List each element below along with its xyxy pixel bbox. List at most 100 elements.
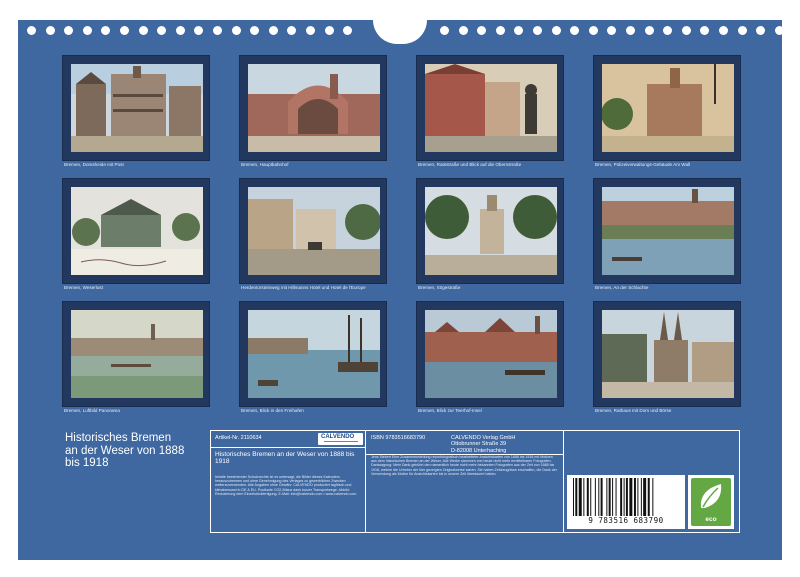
imprint-column-publisher: ISBN 9783516683790 CALVENDO Verlag GmbH … bbox=[366, 431, 563, 532]
barcode-bars bbox=[573, 478, 654, 516]
binding-hole bbox=[45, 26, 55, 35]
barcode-bar bbox=[598, 478, 600, 516]
photo-caption: Bremen, An der Schlachte bbox=[595, 285, 649, 290]
eco-label: eco bbox=[705, 516, 717, 523]
binding-hole bbox=[756, 26, 766, 35]
barcode-bar bbox=[612, 478, 614, 516]
title-line: Historisches Bremen bbox=[65, 432, 172, 444]
binding-hole bbox=[551, 26, 561, 35]
barcode-number: 9 783516 683790 bbox=[588, 516, 664, 525]
binding-hole bbox=[477, 26, 487, 35]
binding-hole bbox=[495, 26, 505, 35]
photo-teerhof bbox=[425, 310, 557, 398]
barcode-bar bbox=[652, 478, 654, 516]
photo-caption: Bremen, Ratsstraße und Blick auf die Obe… bbox=[418, 162, 522, 167]
barcode-bar bbox=[578, 478, 582, 516]
barcode-bar bbox=[633, 478, 636, 516]
publisher-line: D-82008 Unterhaching bbox=[451, 447, 507, 454]
eco-badge: eco bbox=[688, 475, 734, 529]
photo-caption: Bremen, Polizeiverwaltungs-Gebäude Am Wa… bbox=[595, 162, 691, 167]
binding-hole bbox=[458, 26, 468, 35]
binding-hole bbox=[533, 26, 542, 35]
binding-hole bbox=[514, 26, 524, 35]
binding-hole bbox=[306, 26, 315, 35]
barcode-bar bbox=[625, 478, 628, 516]
barcode-bar bbox=[606, 478, 608, 516]
photo-panorama bbox=[71, 310, 203, 398]
binding-hole bbox=[343, 26, 353, 35]
photo-domsheide bbox=[71, 64, 203, 152]
photo-rathaus bbox=[602, 310, 734, 398]
publisher-line: Ottobrunner Straße 39 bbox=[451, 441, 507, 448]
binding-hole bbox=[194, 26, 204, 35]
barcode-bar bbox=[590, 478, 592, 516]
barcode-bar bbox=[647, 478, 650, 516]
photo-caption: Bremen, Hauptbahnhof bbox=[241, 162, 289, 167]
imprint-box: Artikel-Nr. 2110634 CALVENDO Historische… bbox=[210, 430, 740, 533]
binding-hole bbox=[700, 26, 710, 35]
photo-weserlust bbox=[71, 187, 203, 275]
barcode-bar bbox=[623, 478, 625, 516]
publisher-address: CALVENDO Verlag GmbH Ottobrunner Straße … bbox=[451, 435, 515, 454]
divider bbox=[211, 447, 366, 448]
author-credit: Jens Siebert Eine Zusammenstellung repro… bbox=[371, 455, 557, 476]
barcode-bar bbox=[586, 478, 589, 516]
barcode-bar bbox=[620, 478, 623, 516]
barcode-bar bbox=[575, 478, 578, 516]
barcode-bar bbox=[573, 478, 574, 516]
photo-herdentor bbox=[248, 187, 380, 275]
binding-hole bbox=[101, 26, 111, 35]
binding-hole bbox=[120, 26, 129, 35]
binding-hole bbox=[663, 26, 673, 35]
photo-polizei bbox=[602, 64, 734, 152]
photo-freihafen bbox=[248, 310, 380, 398]
binding-holes bbox=[0, 26, 800, 36]
photo-caption: Bremen, Blick in den Freihafen bbox=[241, 408, 304, 413]
barcode-bar bbox=[643, 478, 647, 516]
photo-caption: Bremen, Weserlust bbox=[64, 285, 103, 290]
photo-schlachte bbox=[602, 187, 734, 275]
calvendo-logo: CALVENDO bbox=[318, 433, 363, 445]
barcode-bar bbox=[600, 478, 603, 516]
binding-hole bbox=[175, 26, 185, 35]
title-line: bis 1918 bbox=[65, 457, 109, 469]
imprint-column-product: Artikel-Nr. 2110634 CALVENDO Historische… bbox=[211, 431, 366, 532]
binding-hole bbox=[64, 26, 74, 35]
product-title: Historisches Bremen an der Weser von 188… bbox=[215, 451, 355, 465]
imprint-column-codes: 9 783516 683790 eco bbox=[563, 431, 739, 532]
binding-hole bbox=[138, 26, 148, 35]
barcode-bar bbox=[608, 478, 611, 516]
photo-caption: Herdentorsteinweg mit Hillmanns Hotel un… bbox=[241, 285, 366, 290]
binding-hole bbox=[626, 26, 635, 35]
title-line: an der Weser von 1888 bbox=[65, 444, 185, 457]
binding-hole bbox=[324, 26, 334, 35]
binding-hole bbox=[287, 26, 297, 35]
binding-hole bbox=[588, 26, 598, 35]
photo-caption: Bremen, Sögestraße bbox=[418, 285, 461, 290]
binding-hole bbox=[440, 26, 449, 35]
binding-hole bbox=[213, 26, 222, 35]
barcode-bar bbox=[583, 478, 585, 516]
binding-hole bbox=[27, 26, 36, 35]
photo-soegestrasse bbox=[425, 187, 557, 275]
photo-caption: Bremen, Domsheide mit Post bbox=[64, 162, 124, 167]
barcode-bar bbox=[615, 478, 617, 516]
binding-hole bbox=[250, 26, 260, 35]
binding-hole bbox=[82, 26, 92, 35]
binding-hole bbox=[157, 26, 167, 35]
photo-obernstrasse bbox=[425, 64, 557, 152]
photo-caption: Bremen, Blick zur Teerhof-Insel bbox=[418, 408, 482, 413]
binding-hole bbox=[268, 26, 278, 35]
binding-hole bbox=[644, 26, 654, 35]
barcode: 9 783516 683790 bbox=[567, 475, 685, 529]
isbn: ISBN 9783516683790 bbox=[371, 435, 426, 441]
photo-caption: Bremen, Rathaus mit Dom und Börse bbox=[595, 408, 672, 413]
barcode-bar bbox=[640, 478, 642, 516]
photo-caption: Bremen, Luftbild Panorama bbox=[64, 408, 120, 413]
barcode-bar bbox=[629, 478, 633, 516]
barcode-bar bbox=[637, 478, 639, 516]
binding-hole bbox=[681, 26, 691, 35]
binding-hole bbox=[231, 26, 241, 35]
binding-hole bbox=[774, 26, 784, 35]
logo-text: CALVENDO bbox=[321, 434, 355, 440]
